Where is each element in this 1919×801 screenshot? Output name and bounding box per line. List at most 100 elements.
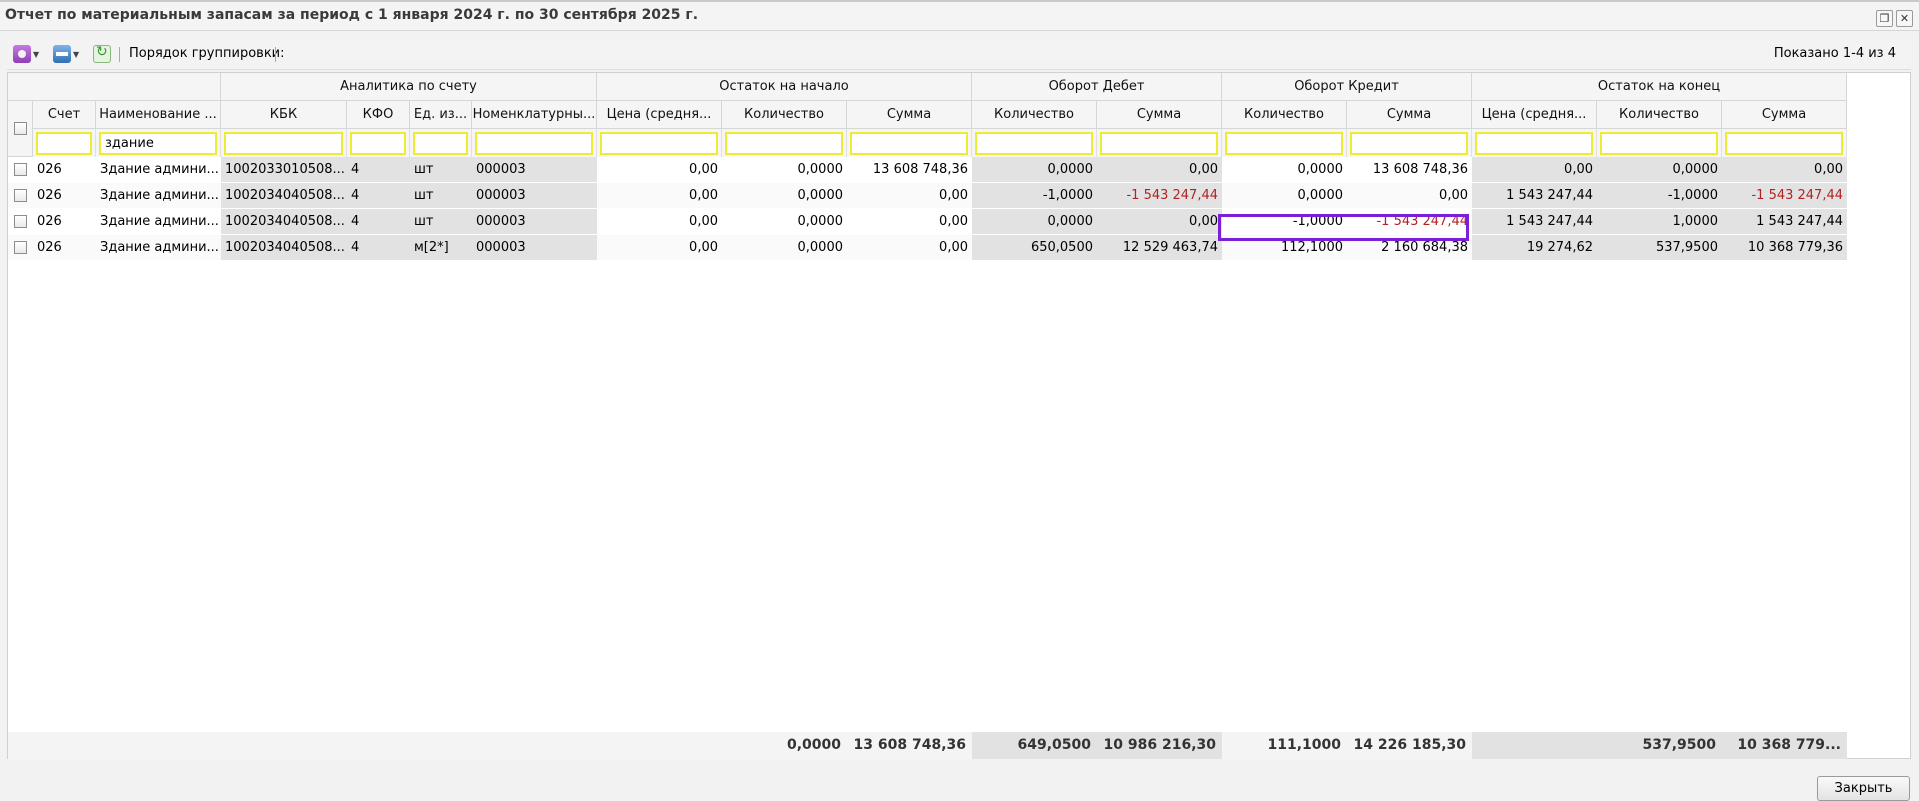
- column-header-schet[interactable]: Счет: [33, 101, 96, 129]
- cell-end-sum[interactable]: 0,00: [1722, 157, 1847, 182]
- restore-icon[interactable]: ❐: [1876, 10, 1893, 27]
- cell-name[interactable]: Здание админи...: [96, 235, 221, 260]
- cell-name[interactable]: Здание админи...: [96, 183, 221, 208]
- cell-debit-sum[interactable]: 12 529 463,74: [1097, 235, 1222, 260]
- cell-kbk[interactable]: 1002034040508...: [221, 183, 347, 208]
- cell-debit-qty[interactable]: -1,0000: [972, 183, 1097, 208]
- filter-input-start-qty[interactable]: [725, 132, 843, 155]
- cell-schet[interactable]: 026: [33, 157, 96, 182]
- cell-nomen[interactable]: 000003: [472, 157, 597, 182]
- filter-input-kfo[interactable]: [350, 132, 406, 155]
- column-header-start-price[interactable]: Цена (средня...: [597, 101, 722, 129]
- column-header-debit-sum[interactable]: Сумма: [1097, 101, 1222, 129]
- cell-start-qty[interactable]: 0,0000: [722, 183, 847, 208]
- filter-input-start-price[interactable]: [600, 132, 718, 155]
- cell-debit-qty[interactable]: 650,0500: [972, 235, 1097, 260]
- column-header-start-qty[interactable]: Количество: [722, 101, 847, 129]
- cell-nomen[interactable]: 000003: [472, 235, 597, 260]
- cell-start-sum[interactable]: 0,00: [847, 235, 972, 260]
- cell-unit[interactable]: м[2*]: [410, 235, 472, 260]
- cell-kfo[interactable]: 4: [347, 235, 410, 260]
- cell-start-sum[interactable]: 13 608 748,36: [847, 157, 972, 182]
- cell-debit-sum[interactable]: 0,00: [1097, 209, 1222, 234]
- column-header-debit-qty[interactable]: Количество: [972, 101, 1097, 129]
- cell-kbk[interactable]: 1002033010508...: [221, 157, 347, 182]
- cell-debit-sum[interactable]: 0,00: [1097, 157, 1222, 182]
- cell-end-price[interactable]: 19 274,62: [1472, 235, 1597, 260]
- cell-start-price[interactable]: 0,00: [597, 183, 722, 208]
- cell-kbk[interactable]: 1002034040508...: [221, 235, 347, 260]
- filter-input-start-sum[interactable]: [850, 132, 968, 155]
- filter-input-debit-sum[interactable]: [1100, 132, 1218, 155]
- cell-debit-qty[interactable]: 0,0000: [972, 157, 1097, 182]
- column-header-kfo[interactable]: КФО: [347, 101, 410, 129]
- cell-unit[interactable]: шт: [410, 157, 472, 182]
- cell-end-sum[interactable]: 1 543 247,44: [1722, 209, 1847, 234]
- row-checkbox[interactable]: [14, 241, 27, 254]
- cell-kfo[interactable]: 4: [347, 209, 410, 234]
- row-checkbox[interactable]: [14, 163, 27, 176]
- cell-kfo[interactable]: 4: [347, 183, 410, 208]
- column-header-name[interactable]: Наименование ...: [96, 101, 221, 129]
- filter-input-nomenclature[interactable]: [475, 132, 593, 155]
- cell-end-price[interactable]: 1 543 247,44: [1472, 209, 1597, 234]
- cell-start-qty[interactable]: 0,0000: [722, 209, 847, 234]
- filter-input-debit-qty[interactable]: [975, 132, 1093, 155]
- cell-start-price[interactable]: 0,00: [597, 209, 722, 234]
- cell-debit-qty[interactable]: 0,0000: [972, 209, 1097, 234]
- cell-credit-sum[interactable]: 13 608 748,36: [1347, 157, 1472, 182]
- cell-name[interactable]: Здание админи...: [96, 157, 221, 182]
- cell-end-price[interactable]: 0,00: [1472, 157, 1597, 182]
- column-header-start-sum[interactable]: Сумма: [847, 101, 972, 129]
- column-header-unit[interactable]: Ед. из...: [410, 101, 472, 129]
- table-row[interactable]: 026 Здание админи... 1002034040508... 4 м[2*…: [8, 235, 1847, 260]
- filter-input-credit-sum[interactable]: [1350, 132, 1468, 155]
- filter-input-schet[interactable]: [36, 132, 92, 155]
- cell-end-qty[interactable]: 1,0000: [1597, 209, 1722, 234]
- filter-input-end-qty[interactable]: [1600, 132, 1718, 155]
- cell-name[interactable]: Здание админи...: [96, 209, 221, 234]
- cell-credit-qty[interactable]: 0,0000: [1222, 183, 1347, 208]
- cell-end-qty[interactable]: -1,0000: [1597, 183, 1722, 208]
- filter-input-end-sum[interactable]: [1725, 132, 1843, 155]
- select-all-checkbox[interactable]: [13, 122, 27, 135]
- column-header-nomenclature[interactable]: Номенклатурны...: [472, 101, 597, 129]
- column-header-credit-qty[interactable]: Количество: [1222, 101, 1347, 129]
- cell-credit-qty[interactable]: 0,0000: [1222, 157, 1347, 182]
- settings-menu-button[interactable]: ▼: [13, 44, 39, 64]
- cell-nomen[interactable]: 000003: [472, 209, 597, 234]
- column-header-credit-sum[interactable]: Сумма: [1347, 101, 1472, 129]
- cell-start-price[interactable]: 0,00: [597, 157, 722, 182]
- cell-start-sum[interactable]: 0,00: [847, 209, 972, 234]
- cell-end-qty[interactable]: 0,0000: [1597, 157, 1722, 182]
- column-header-kbk[interactable]: КБК: [221, 101, 347, 129]
- cell-end-qty[interactable]: 537,9500: [1597, 235, 1722, 260]
- cell-kbk[interactable]: 1002034040508...: [221, 209, 347, 234]
- table-row[interactable]: 026 Здание админи... 1002034040508... 4 шт 00…: [8, 209, 1847, 234]
- cell-start-qty[interactable]: 0,0000: [722, 157, 847, 182]
- cell-end-price[interactable]: 1 543 247,44: [1472, 183, 1597, 208]
- filter-input-credit-qty[interactable]: [1225, 132, 1343, 155]
- cell-nomen[interactable]: 000003: [472, 183, 597, 208]
- cell-unit[interactable]: шт: [410, 183, 472, 208]
- cell-debit-sum[interactable]: -1 543 247,44: [1097, 183, 1222, 208]
- cell-start-price[interactable]: 0,00: [597, 235, 722, 260]
- row-checkbox[interactable]: [14, 189, 27, 202]
- cell-unit[interactable]: шт: [410, 209, 472, 234]
- table-row[interactable]: 026 Здание админи... 1002033010508... 4 шт 00…: [8, 157, 1847, 182]
- cell-credit-sum[interactable]: 0,00: [1347, 183, 1472, 208]
- filter-input-unit[interactable]: [413, 132, 468, 155]
- filter-input-kbk[interactable]: [224, 132, 343, 155]
- close-button[interactable]: Закрыть: [1817, 776, 1910, 801]
- table-row[interactable]: 026 Здание админи... 1002034040508... 4 шт 00…: [8, 183, 1847, 208]
- cell-kfo[interactable]: 4: [347, 157, 410, 182]
- cell-end-sum[interactable]: 10 368 779,36: [1722, 235, 1847, 260]
- row-checkbox[interactable]: [14, 215, 27, 228]
- filter-input-end-price[interactable]: [1475, 132, 1593, 155]
- close-icon[interactable]: ✕: [1896, 10, 1913, 27]
- column-header-end-price[interactable]: Цена (средня...: [1472, 101, 1597, 129]
- column-header-end-qty[interactable]: Количество: [1597, 101, 1722, 129]
- cell-schet[interactable]: 026: [33, 183, 96, 208]
- refresh-button[interactable]: [93, 44, 111, 64]
- column-header-end-sum[interactable]: Сумма: [1722, 101, 1847, 129]
